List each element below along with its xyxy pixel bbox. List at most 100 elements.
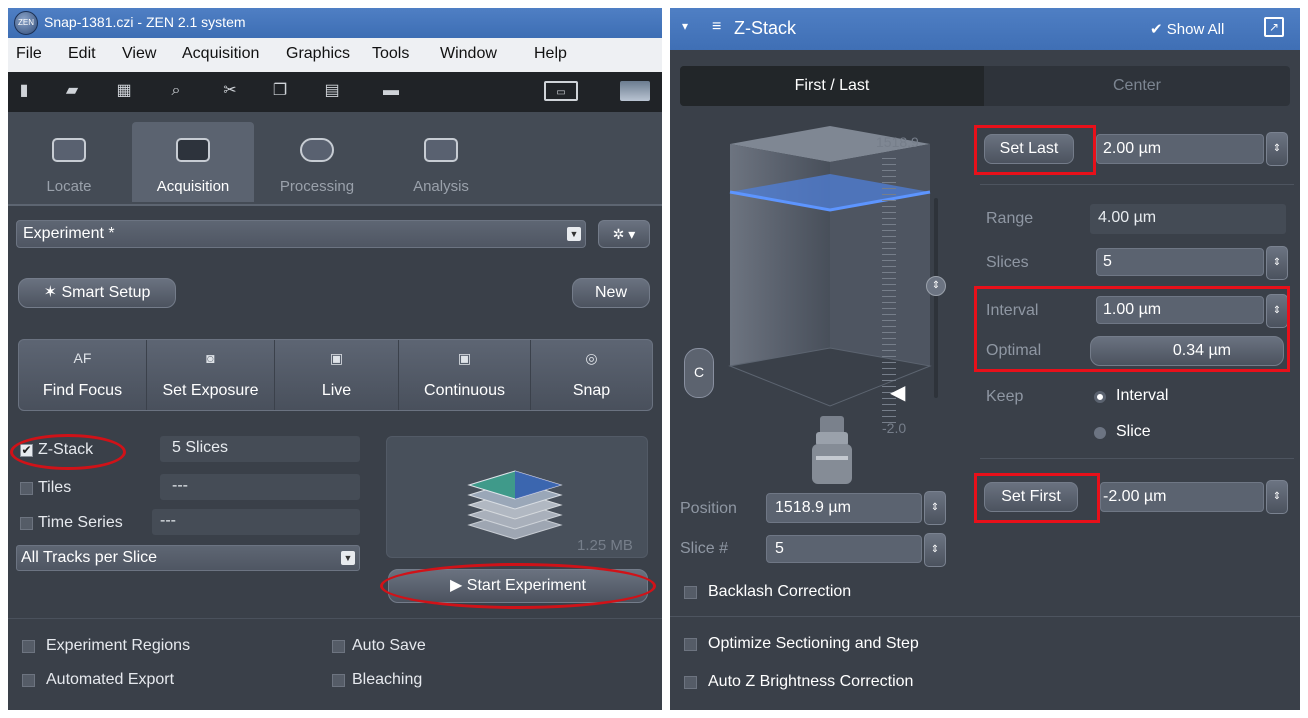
continuous-button[interactable]: ▣ Continuous <box>399 340 531 410</box>
start-experiment-highlight-ellipse <box>380 563 656 609</box>
tab-processing-label: Processing <box>279 178 355 195</box>
menu-graphics[interactable]: Graphics <box>286 45 350 63</box>
backlash-correction-checkbox[interactable] <box>684 586 697 599</box>
slices-spinner[interactable]: ⇕ <box>1266 246 1288 280</box>
collapse-arrow-icon[interactable]: ▾ <box>682 19 688 33</box>
set-exposure-button[interactable]: ◙ Set Exposure <box>147 340 275 410</box>
zoom-icon[interactable]: ⌕ <box>166 81 186 101</box>
preview-file-size: 1.25 MB <box>577 537 633 554</box>
hamburger-icon[interactable]: ≡ <box>712 18 721 36</box>
snap-button[interactable]: ◎ Snap <box>531 340 652 410</box>
position-input[interactable]: 1518.9 µm <box>766 493 922 523</box>
auto-z-brightness-row[interactable]: Auto Z Brightness Correction <box>684 672 1044 694</box>
z-stack-panel: ▾ ≡ Z-Stack ✔ Show All ↗ First / Last Ce… <box>670 8 1300 710</box>
bleaching-checkbox[interactable] <box>332 674 345 687</box>
copy-icon[interactable]: ❐ <box>270 81 290 101</box>
tab-analysis[interactable]: Analysis <box>380 122 502 202</box>
experiment-regions-row[interactable]: Experiment Regions <box>20 636 260 658</box>
z-slider-thumb[interactable]: ⇕ <box>926 276 946 296</box>
menu-edit[interactable]: Edit <box>68 45 96 63</box>
automated-export-checkbox[interactable] <box>22 674 35 687</box>
mode-center[interactable]: Center <box>984 66 1290 106</box>
window-title: Snap-1381.czi - ZEN 2.1 system <box>44 14 246 30</box>
tracks-mode-select[interactable]: All Tracks per Slice ▼ <box>16 545 360 571</box>
smart-setup-button[interactable]: ✶ Smart Setup <box>18 278 176 308</box>
chevron-down-icon[interactable]: ▼ <box>341 551 355 565</box>
menu-acquisition[interactable]: Acquisition <box>182 45 259 63</box>
paste-icon[interactable]: ▤ <box>322 81 342 101</box>
wand-icon: ✶ <box>43 284 62 301</box>
z-stack-summary: 5 Slices <box>160 436 360 462</box>
locate-icon <box>52 138 86 162</box>
automated-export-row[interactable]: Automated Export <box>20 670 260 692</box>
optimize-sectioning-label: Optimize Sectioning and Step <box>708 635 919 652</box>
open-folder-icon[interactable]: ▰ <box>62 81 82 101</box>
focus-letter: C <box>693 364 705 380</box>
tab-processing[interactable]: Processing <box>256 122 378 202</box>
menu-tools[interactable]: Tools <box>372 45 409 63</box>
scissors-icon[interactable]: ✂ <box>220 81 240 101</box>
analysis-icon <box>424 138 458 162</box>
slice-number-input[interactable]: 5 <box>766 535 922 563</box>
tab-locate[interactable]: Locate <box>8 122 130 202</box>
slices-input[interactable]: 5 <box>1096 248 1264 276</box>
auto-save-checkbox[interactable] <box>332 640 345 653</box>
slice-number-spinner[interactable]: ⇕ <box>924 533 946 567</box>
keep-interval-radio[interactable] <box>1094 391 1106 403</box>
pin-icon[interactable]: ▮ <box>14 81 34 101</box>
last-position-input[interactable]: 2.00 µm <box>1096 134 1264 164</box>
z-stack-highlight-ellipse <box>10 434 126 470</box>
position-spinner[interactable]: ⇕ <box>924 491 946 525</box>
find-focus-button[interactable]: AF Find Focus <box>19 340 147 410</box>
save-icon[interactable]: ▦ <box>114 81 134 101</box>
first-position-spinner[interactable]: ⇕ <box>1266 480 1288 514</box>
mode-first-last[interactable]: First / Last <box>680 66 984 106</box>
menu-window[interactable]: Window <box>440 45 497 63</box>
undock-icon[interactable]: ↗ <box>1264 17 1284 37</box>
z-mode-segmented: First / Last Center <box>680 66 1290 106</box>
set-first-highlight <box>974 473 1100 523</box>
time-series-checkbox[interactable] <box>20 517 33 530</box>
last-position-spinner[interactable]: ⇕ <box>1266 132 1288 166</box>
first-position-input[interactable]: -2.00 µm <box>1100 482 1264 512</box>
tiles-checkbox[interactable] <box>20 482 33 495</box>
scale-top-label: 1518.9 <box>876 134 919 150</box>
chevron-down-icon[interactable]: ▼ <box>567 227 581 241</box>
show-all-toggle[interactable]: ✔ Show All <box>1150 20 1224 38</box>
z-slider-track[interactable] <box>934 198 938 398</box>
experiment-regions-checkbox[interactable] <box>22 640 35 653</box>
tab-analysis-label: Analysis <box>413 178 469 195</box>
main-toolbar: ▮ ▰ ▦ ⌕ ✂ ❐ ▤ ▬ ▭ <box>8 72 662 112</box>
menu-help[interactable]: Help <box>534 45 567 63</box>
menu-view[interactable]: View <box>122 45 156 63</box>
backlash-correction-row[interactable]: Backlash Correction <box>684 582 984 604</box>
tab-acquisition[interactable]: Acquisition <box>132 122 254 202</box>
focus-control[interactable]: C <box>684 348 714 398</box>
experiment-options-button[interactable]: ✲ ▾ <box>598 220 650 248</box>
separator-1 <box>980 184 1294 185</box>
keep-interval-option[interactable]: Interval <box>1090 386 1220 408</box>
optimize-sectioning-row[interactable]: Optimize Sectioning and Step <box>684 634 1044 656</box>
image-icon[interactable] <box>620 81 650 101</box>
new-experiment-button[interactable]: New <box>572 278 650 308</box>
auto-save-label: Auto Save <box>352 637 426 654</box>
tiles-checkbox-row[interactable]: Tiles <box>18 478 158 500</box>
menu-file[interactable]: File <box>16 45 42 63</box>
live-icon: ▣ <box>329 350 344 366</box>
bleaching-row[interactable]: Bleaching <box>330 670 530 692</box>
experiment-select[interactable]: Experiment * ▼ <box>16 220 586 248</box>
keep-slice-radio[interactable] <box>1094 427 1106 439</box>
live-button[interactable]: ▣ Live <box>275 340 399 410</box>
optimize-sectioning-checkbox[interactable] <box>684 638 697 651</box>
time-series-checkbox-row[interactable]: Time Series <box>18 513 158 535</box>
display-icon[interactable]: ▭ <box>544 81 578 101</box>
backlash-correction-label: Backlash Correction <box>708 583 852 600</box>
auto-save-row[interactable]: Auto Save <box>330 636 530 658</box>
auto-z-brightness-checkbox[interactable] <box>684 676 697 689</box>
z-stack-title: Z-Stack <box>734 18 797 38</box>
scale-bottom-label: -2.0 <box>882 420 907 436</box>
keep-slice-option[interactable]: Slice <box>1090 422 1220 444</box>
tabs-divider <box>8 204 662 206</box>
scale-bar-icon[interactable]: ▬ <box>376 81 406 101</box>
z-stack-3d-graphic <box>728 126 932 484</box>
